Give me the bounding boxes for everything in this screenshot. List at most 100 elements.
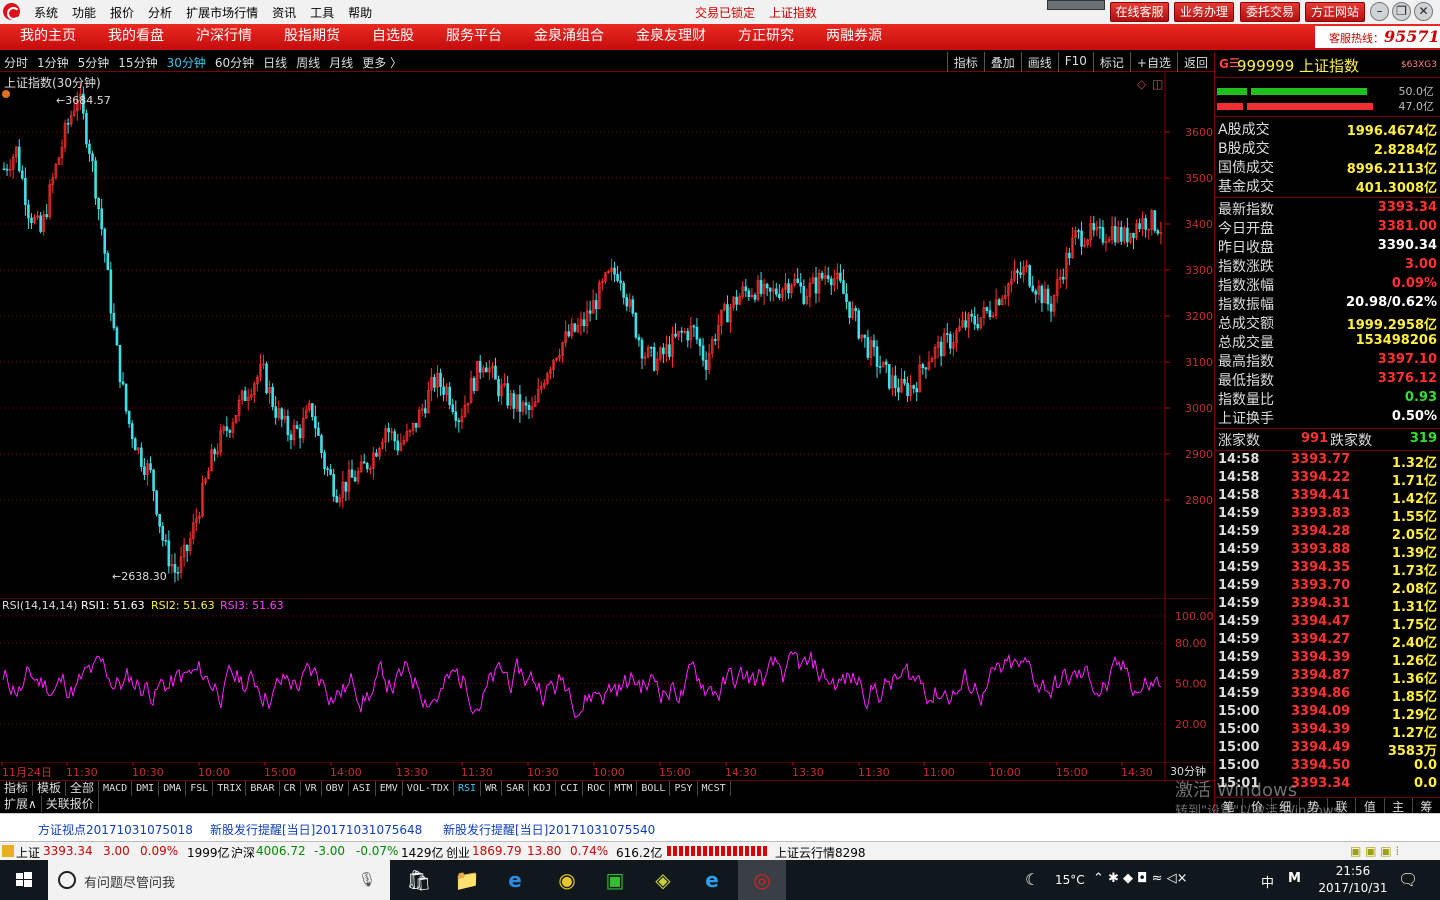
period-60min[interactable]: 60分钟 [215,54,254,71]
cy-label[interactable]: 创业 [446,844,470,861]
tool-add-watchlist[interactable]: +自选 [1129,52,1177,72]
indicator-tab-asi[interactable]: ASI [349,781,376,796]
indicator-tab-全部[interactable]: 全部 [66,781,100,796]
period-15min[interactable]: 15分钟 [118,54,157,71]
indicator-tab-emv[interactable]: EMV [376,781,403,796]
nav-service[interactable]: 服务平台 [426,24,514,50]
period-1min[interactable]: 1分钟 [37,54,69,71]
panel-tab[interactable]: 主 [1385,798,1413,814]
related-quote-button[interactable]: 关联报价 [42,796,99,812]
indicator-tab-cci[interactable]: CCI [556,781,584,796]
nav-my-board[interactable]: 我的看盘 [88,24,176,50]
news-item[interactable]: 新股发行提醒[当日]20171031075540 [443,821,655,838]
indicator-tab-vol-tdx[interactable]: VOL-TDX [403,781,454,796]
sz-label[interactable]: 沪深 [231,844,255,861]
microphone-icon[interactable]: 🎙 [358,872,376,888]
online-service-button[interactable]: 在线客服 [1110,2,1169,22]
news-item[interactable]: 新股发行提醒[当日]20171031075648 [210,821,422,838]
indicator-tab-mcst[interactable]: MCST [698,781,731,796]
tool-f10[interactable]: F10 [1057,52,1093,72]
diamond-icon[interactable]: ◇ [1137,77,1147,91]
indicator-tab-sar[interactable]: SAR [502,781,530,796]
window-icon[interactable]: ◫ [1152,77,1163,91]
indicator-tab-trix[interactable]: TRIX [213,781,247,796]
indicator-tab-boll[interactable]: BOLL [637,781,671,796]
weather-icon[interactable]: ☾ [1025,870,1039,889]
menu-system[interactable]: 系统 [27,4,65,21]
menu-help[interactable]: 帮助 [341,4,379,21]
trade-lock-status[interactable]: 交易已锁定 [695,6,755,20]
trade-button[interactable]: 委托交易 [1240,2,1300,22]
period-daily[interactable]: 日线 [263,54,287,71]
nav-futures[interactable]: 股指期货 [264,24,352,50]
app-icon[interactable]: ◈ [639,860,687,900]
indicator-tab-brar[interactable]: BRAR [246,781,280,796]
period-more[interactable]: 更多 〉 [362,54,402,71]
mini-quote-widget[interactable] [1047,0,1105,10]
indicator-tab-指标[interactable]: 指标 [0,781,34,796]
nav-wealth[interactable]: 金泉友理财 [616,24,718,50]
period-5min[interactable]: 5分钟 [78,54,110,71]
tool-overlay[interactable]: 叠加 [983,52,1021,72]
tool-draw[interactable]: 画线 [1020,52,1058,72]
period-monthly[interactable]: 月线 [329,54,353,71]
indicator-tab-kdj[interactable]: KDJ [529,781,557,796]
ime-mode-icon[interactable]: M [1288,871,1301,886]
store-icon[interactable]: 🛍 [395,860,443,900]
nav-research[interactable]: 方正研究 [718,24,806,50]
indicator-tab-cr[interactable]: CR [280,781,301,796]
website-button[interactable]: 方正网站 [1305,2,1365,22]
indicator-tab-obv[interactable]: OBV [322,781,349,796]
nav-home[interactable]: 我的主页 [0,24,88,50]
drag-handle-icon[interactable] [2,90,10,98]
period-weekly[interactable]: 周线 [296,54,320,71]
ie-icon[interactable]: e [688,860,736,900]
tool-back[interactable]: 返回 [1176,52,1214,72]
clock[interactable]: 21:56 2017/10/31 [1318,863,1388,897]
minimize-icon[interactable]: – [1370,2,1389,21]
stock-app-icon[interactable]: ◎ [738,860,786,900]
indicator-tab-wr[interactable]: WR [481,781,503,796]
wechat-icon[interactable]: ▣ [591,860,639,900]
ime-indicator[interactable]: 中 [1261,872,1274,891]
indicator-tab-fsl[interactable]: FSL [186,781,214,796]
tool-mark[interactable]: 标记 [1092,52,1130,72]
app-logo-icon[interactable] [3,3,20,20]
indicator-tab-模板[interactable]: 模板 [33,781,67,796]
nav-hushen[interactable]: 沪深行情 [176,24,264,50]
nav-portfolio[interactable]: 金泉涌组合 [514,24,616,50]
browser-360-icon[interactable]: ◉ [543,860,591,900]
cortana-icon[interactable] [58,871,76,889]
g-icon[interactable]: G [1219,57,1229,71]
kline-chart[interactable]: 3600 3500 3400 3300 3200 3100 3000 2900 2800 上证指… [0,72,1214,598]
rsi-chart[interactable]: 100.00 80.00 50.00 20.00 RSI(14,14,14) RSI1… [0,598,1214,762]
file-explorer-icon[interactable]: 📁 [443,860,491,900]
notification-icon[interactable]: 🗨 [1398,870,1418,889]
business-button[interactable]: 业务办理 [1174,2,1234,22]
period-30min[interactable]: 30分钟 [167,54,206,71]
restore-icon[interactable]: ❐ [1392,2,1411,21]
windows-start-icon[interactable] [0,860,48,900]
nav-margin[interactable]: 两融券源 [806,24,894,50]
cloud-quote[interactable]: 上证云行情8298 [775,844,866,861]
indicator-tab-dmi[interactable]: DMI [132,781,160,796]
menu-tools[interactable]: 工具 [303,4,341,21]
indicator-tab-macd[interactable]: MACD [99,781,133,796]
menu-analysis[interactable]: 分析 [141,4,179,21]
edge-icon[interactable]: e [491,860,539,900]
indicator-tab-dma[interactable]: DMA [159,781,187,796]
indicator-tab-rsi[interactable]: RSI [454,781,482,796]
close-icon[interactable]: ✕ [1414,2,1433,21]
news-item[interactable]: 方证视点20171031075018 [38,821,193,838]
menu-extended-market[interactable]: 扩展市场行情 [179,4,265,21]
menu-info[interactable]: 资讯 [265,4,303,21]
indicator-tab-roc[interactable]: ROC [583,781,611,796]
sh-label[interactable]: 上证 [16,844,40,861]
menu-quote[interactable]: 报价 [103,4,141,21]
status-icons[interactable]: ▣ ▣ ▣ ⁞ [1350,844,1399,858]
tray-icons[interactable]: ⌃ ✱ ◆ ◘ ≈ ◁× [1093,871,1188,886]
tool-indicator[interactable]: 指标 [946,52,984,72]
indicator-tab-mtm[interactable]: MTM [610,781,638,796]
indicator-tab-psy[interactable]: PSY [670,781,698,796]
nav-watchlist[interactable]: 自选股 [352,24,426,50]
